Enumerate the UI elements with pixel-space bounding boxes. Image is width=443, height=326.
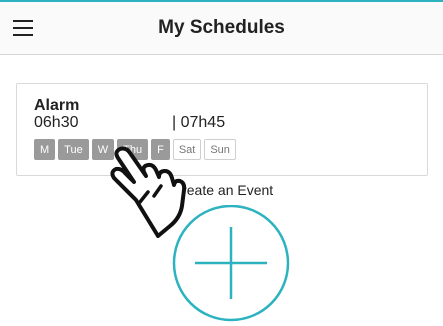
- page-title: My Schedules: [158, 17, 285, 38]
- schedule-end-time: | 07h45: [172, 114, 226, 131]
- schedule-card[interactable]: Alarm 06h30 | 07h45 M Tue W Thu F Sat Su…: [16, 83, 428, 176]
- hamburger-menu-icon[interactable]: [10, 14, 40, 42]
- day-monday[interactable]: M: [34, 139, 56, 160]
- schedule-name: Alarm: [34, 97, 80, 114]
- day-tuesday[interactable]: Tue: [58, 139, 89, 160]
- pointing-hand-icon: [110, 146, 187, 238]
- day-sunday[interactable]: Sun: [204, 139, 236, 160]
- schedule-start-time: 06h30: [34, 114, 79, 131]
- app-bar: My Schedules: [0, 2, 443, 55]
